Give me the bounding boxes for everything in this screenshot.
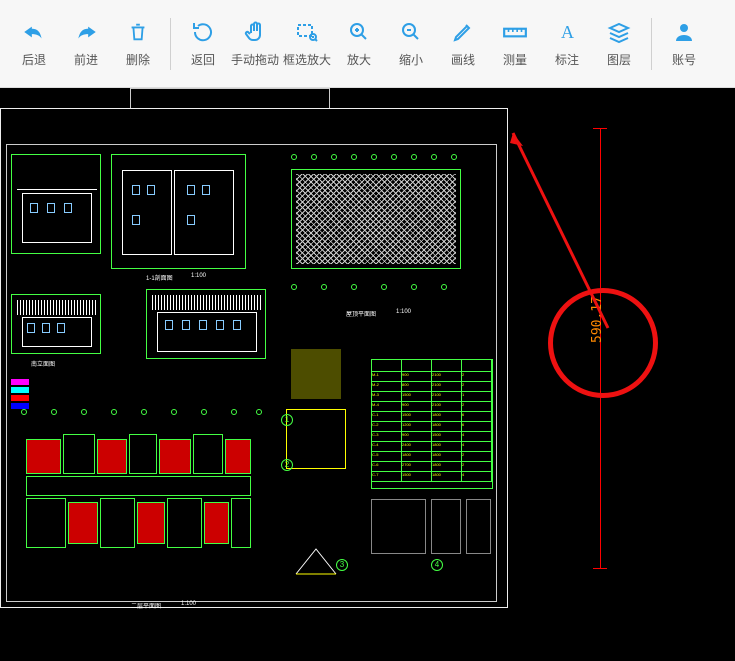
- forward-button[interactable]: 前进: [60, 9, 112, 79]
- floor-plan-2: [11, 419, 266, 594]
- forward-icon: [73, 19, 99, 45]
- annotation-arrow: [508, 128, 638, 358]
- zoom-window-label: 框选放大: [283, 51, 331, 68]
- delete-icon: [125, 19, 151, 45]
- zoom-out-label: 缩小: [399, 51, 423, 68]
- drawing-canvas[interactable]: 1-1剖面图 1:100 屋顶平面图 1:100: [0, 88, 735, 661]
- section-scale: 1:100: [191, 273, 206, 279]
- section-label: 1-1剖面图: [146, 273, 173, 282]
- layers-icon: [606, 19, 632, 45]
- toolbar: 后退 前进 删除 返回 手动拖动 框选放大 放大 缩小: [0, 0, 735, 88]
- roof-plan: [281, 159, 471, 279]
- account-button[interactable]: 账号: [658, 9, 710, 79]
- back-label: 后退: [22, 51, 46, 68]
- return-label: 返回: [191, 51, 215, 68]
- measurement-tick-bottom: [593, 568, 607, 569]
- zoom-window-button[interactable]: 框选放大: [281, 9, 333, 79]
- measure-label: 测量: [503, 51, 527, 68]
- measure-button[interactable]: 测量: [489, 9, 541, 79]
- plan-sheet: 1-1剖面图 1:100 屋顶平面图 1:100: [0, 108, 508, 608]
- zoom-out-icon: [398, 19, 424, 45]
- line-button[interactable]: 画线: [437, 9, 489, 79]
- zoom-out-button[interactable]: 缩小: [385, 9, 437, 79]
- delete-button[interactable]: 删除: [112, 9, 164, 79]
- delete-label: 删除: [126, 51, 150, 68]
- roof-plan-label: 屋顶平面图: [346, 309, 376, 318]
- line-label: 画线: [451, 51, 475, 68]
- hand-icon: [242, 19, 268, 45]
- zoom-in-label: 放大: [347, 51, 371, 68]
- svg-text:A: A: [561, 22, 574, 42]
- elevation-view-1: [11, 154, 101, 254]
- zoom-window-icon: [294, 19, 320, 45]
- user-icon: [671, 19, 697, 45]
- annotate-label: 标注: [555, 51, 579, 68]
- back-button[interactable]: 后退: [8, 9, 60, 79]
- ruler-icon: [502, 19, 528, 45]
- zoom-in-icon: [346, 19, 372, 45]
- pan-label: 手动拖动: [231, 51, 279, 68]
- annotate-icon: A: [554, 19, 580, 45]
- roof-plan-scale: 1:100: [396, 309, 411, 315]
- section-view: [111, 154, 246, 269]
- detail-mark-2: 2: [281, 459, 293, 471]
- floor2-label: 二层平面图: [131, 601, 161, 610]
- layers-button[interactable]: 图层: [593, 9, 645, 79]
- back-icon: [21, 19, 47, 45]
- measurement-value: 590.17: [590, 296, 605, 343]
- elevation-view-4: [146, 289, 266, 359]
- pan-button[interactable]: 手动拖动: [229, 9, 281, 79]
- pencil-icon: [450, 19, 476, 45]
- detail-area: [276, 349, 366, 519]
- detail-mark-1: 1: [281, 414, 293, 426]
- door-window-schedule: M-190021002M-280021002M-3150021001M-4900…: [371, 359, 493, 489]
- return-button[interactable]: 返回: [177, 9, 229, 79]
- return-icon: [190, 19, 216, 45]
- forward-label: 前进: [74, 51, 98, 68]
- layers-label: 图层: [607, 51, 631, 68]
- measurement-tick-top: [593, 128, 607, 129]
- zoom-in-button[interactable]: 放大: [333, 9, 385, 79]
- floor2-scale: 1:100: [181, 601, 196, 607]
- south-elev-label: 南立面图: [31, 359, 55, 368]
- account-label: 账号: [672, 51, 696, 68]
- elevation-view-3: [11, 294, 101, 354]
- detail-mark-4: 4: [431, 559, 443, 571]
- measurement-line[interactable]: [600, 128, 601, 568]
- annotate-button[interactable]: A 标注: [541, 9, 593, 79]
